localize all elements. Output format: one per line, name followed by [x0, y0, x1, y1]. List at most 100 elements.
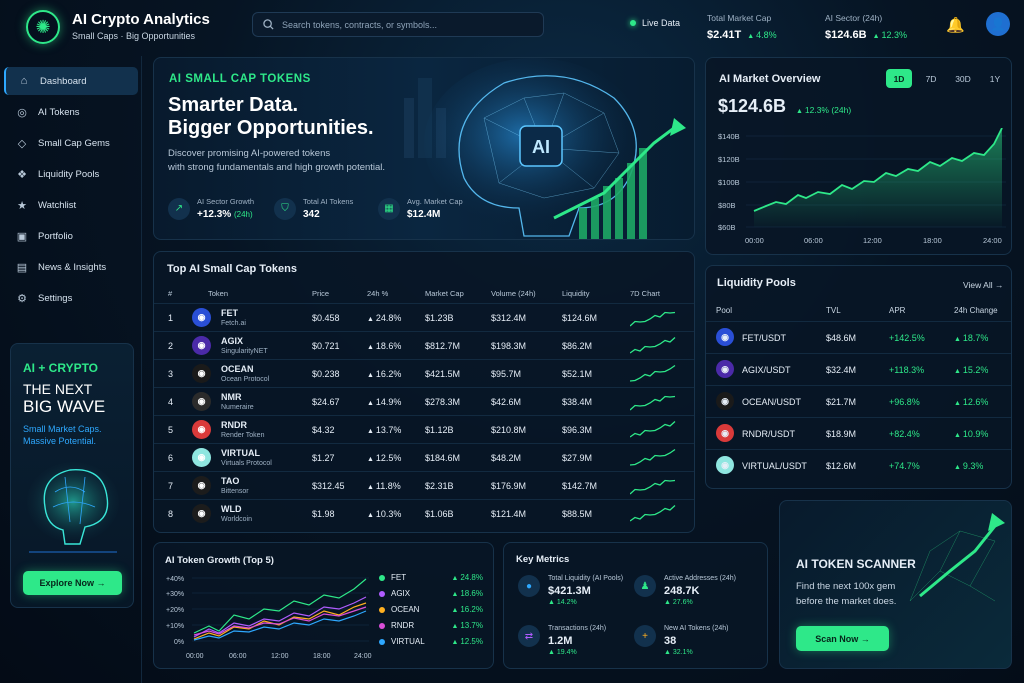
tab-1d[interactable]: 1D [886, 69, 912, 88]
hero-stat-label: AI Sector Growth [197, 197, 255, 206]
drop-icon: ● [518, 575, 540, 597]
sidebar-item-news[interactable]: ▤ News & Insights [4, 253, 138, 281]
view-all-link[interactable]: View All → [963, 280, 1003, 290]
token-symbol: NMR [221, 392, 242, 402]
token-name: Fetch.ai [221, 320, 246, 327]
hero-banner: AI AI SMALL CAP TOKENS Smarter Data. Bigg… [153, 57, 695, 240]
market-area-chart: $140B $120B $100B $80B $60B 00:00 06:00 … [718, 128, 1006, 245]
metric-active-addresses: ♟ Active Addresses (24h) 248.7K 27.6% [634, 575, 736, 606]
sidebar-item-liquidity-pools[interactable]: ❖ Liquidity Pools [4, 160, 138, 188]
pool-row[interactable]: ◉ AGIX/USDT $32.4M +118.3% 15.2% [706, 353, 1011, 385]
promo-line3: BIG WAVE [23, 397, 106, 416]
x-tick: 00:00 [745, 236, 764, 245]
token-logo-icon: ◉ [192, 476, 211, 495]
column-header: Volume (24h) [491, 289, 536, 298]
tab-7d[interactable]: 7D [918, 69, 944, 88]
table-row[interactable]: 4 ◉ NMR Numeraire $24.67 14.9% $278.3M $42.6M $3… [154, 387, 694, 415]
sidebar-item-label: Watchlist [38, 199, 77, 211]
hero-desc-line1: Discover promising AI-powered tokens [168, 148, 331, 159]
pool-apr: +96.8% [889, 397, 920, 407]
token-market-cap: $1.23B [425, 313, 454, 323]
hero-description: Discover promising AI-powered tokens with… [168, 147, 385, 175]
scanner-desc-line2: before the market does. [796, 596, 897, 607]
gem-icon: ◇ [17, 137, 27, 150]
scanner-description: Find the next 100x gem before the market … [796, 579, 896, 609]
y-tick: +10% [166, 623, 184, 630]
sidebar-item-small-cap-gems[interactable]: ◇ Small Cap Gems [4, 129, 138, 157]
token-liquidity: $96.3M [562, 425, 593, 435]
hero-stat-value: 342 [303, 209, 320, 220]
token-volume: $121.4M [491, 509, 527, 519]
x-tick: 18:00 [313, 653, 331, 660]
sidebar-item-portfolio[interactable]: ▣ Portfolio [4, 222, 138, 250]
sidebar-item-watchlist[interactable]: ★ Watchlist [4, 191, 138, 219]
token-liquidity: $124.6M [562, 313, 598, 323]
hero-stat-label: Avg. Market Cap [407, 197, 463, 206]
table-row[interactable]: 7 ◉ TAO Bittensor $312.45 11.8% $2.31B $176.9M $… [154, 471, 694, 499]
timeframe-tabs: 1D 7D 30D 1Y [886, 69, 1008, 88]
token-market-cap: $278.3M [425, 397, 461, 407]
tab-30d[interactable]: 30D [950, 69, 976, 88]
pool-name: FET/USDT [742, 333, 786, 343]
pool-tvl: $21.7M [826, 397, 857, 407]
avatar[interactable]: 👤 [986, 12, 1010, 36]
row-rank: 5 [168, 425, 174, 435]
search-input[interactable]: Search tokens, contracts, or symbols... [252, 12, 544, 37]
token-market-cap: $2.31B [425, 481, 454, 491]
token-volume: $198.3M [491, 341, 527, 351]
token-volume: $210.8M [491, 425, 527, 435]
explore-now-button[interactable]: Explore Now → [23, 571, 122, 595]
sidebar-item-ai-tokens[interactable]: ◎ AI Tokens [4, 98, 138, 126]
pool-row[interactable]: ◉ VIRTUAL/USDT $12.6M +74.7% 9.3% [706, 449, 1011, 481]
row-rank: 6 [168, 453, 174, 463]
token-market-cap: $812.7M [425, 341, 461, 351]
pool-row[interactable]: ◉ OCEAN/USDT $21.7M +96.8% 12.6% [706, 385, 1011, 417]
hero-title: Smarter Data. Bigger Opportunities. [168, 94, 374, 140]
token-name: Render Token [221, 432, 265, 439]
table-row[interactable]: 6 ◉ VIRTUAL Virtuals Protocol $1.27 12.5% $184… [154, 443, 694, 471]
token-symbol: VIRTUAL [221, 448, 260, 458]
y-tick: 0% [174, 639, 184, 646]
token-symbol: OCEAN [221, 364, 254, 374]
legend-item: AGIX 18.6% [379, 589, 483, 598]
bell-icon[interactable]: 🔔 [946, 16, 965, 34]
tab-1y[interactable]: 1Y [982, 69, 1008, 88]
stat-change: 12.3% [873, 30, 907, 40]
row-rank: 7 [168, 481, 174, 491]
sparkline-chart [629, 479, 676, 495]
token-symbol: AGIX [221, 336, 244, 346]
table-row[interactable]: 1 ◉ FET Fetch.ai $0.458 24.8% $1.23B $312.4M $12… [154, 303, 694, 331]
table-row[interactable]: 2 ◉ AGIX SingularityNET $0.721 18.6% $812.7M $1… [154, 331, 694, 359]
y-tick: $100B [718, 178, 740, 187]
app-subtitle: Small Caps · Big Opportunities [72, 31, 196, 41]
legend-name: AGIX [391, 589, 411, 598]
x-tick: 12:00 [271, 653, 289, 660]
legend-name: RNDR [391, 621, 415, 630]
brain-illustration-icon [27, 462, 119, 553]
table-row[interactable]: 8 ◉ WLD Worldcoin $1.98 10.3% $1.06B $121.4M $88… [154, 499, 694, 527]
table-row[interactable]: 3 ◉ OCEAN Ocean Protocol $0.238 16.2% $421.5M $… [154, 359, 694, 387]
pool-row[interactable]: ◉ FET/USDT $48.6M +142.5% 18.7% [706, 321, 1011, 353]
column-header: # [168, 289, 173, 298]
pool-change: 12.6% [954, 397, 989, 407]
sidebar-item-label: Dashboard [40, 75, 87, 87]
pool-tvl: $48.6M [826, 333, 857, 343]
token-change: 12.5% [367, 453, 402, 463]
key-metrics-card: Key Metrics ● Total Liquidity (AI Pools)… [503, 542, 768, 669]
token-change: 18.6% [367, 341, 402, 351]
search-placeholder: Search tokens, contracts, or symbols... [282, 19, 438, 30]
column-header: 24h Change [954, 306, 998, 315]
sidebar-item-dashboard[interactable]: ⌂ Dashboard [4, 67, 138, 95]
row-rank: 8 [168, 509, 174, 519]
token-price: $0.458 [312, 313, 340, 323]
token-market-cap: $1.06B [425, 509, 454, 519]
trend-up-icon: ↗ [168, 197, 190, 220]
sidebar-item-label: Settings [38, 292, 73, 304]
sidebar-item-settings[interactable]: ⚙ Settings [4, 284, 138, 312]
table-row[interactable]: 5 ◉ RNDR Render Token $4.32 13.7% $1.12B $210.8… [154, 415, 694, 443]
scan-now-button[interactable]: Scan Now → [796, 626, 889, 651]
market-title: AI Market Overview [719, 73, 821, 85]
y-tick: +30% [166, 591, 184, 598]
metric-value: 1.2M [548, 635, 573, 647]
pool-row[interactable]: ◉ RNDR/USDT $18.9M +82.4% 10.9% [706, 417, 1011, 449]
